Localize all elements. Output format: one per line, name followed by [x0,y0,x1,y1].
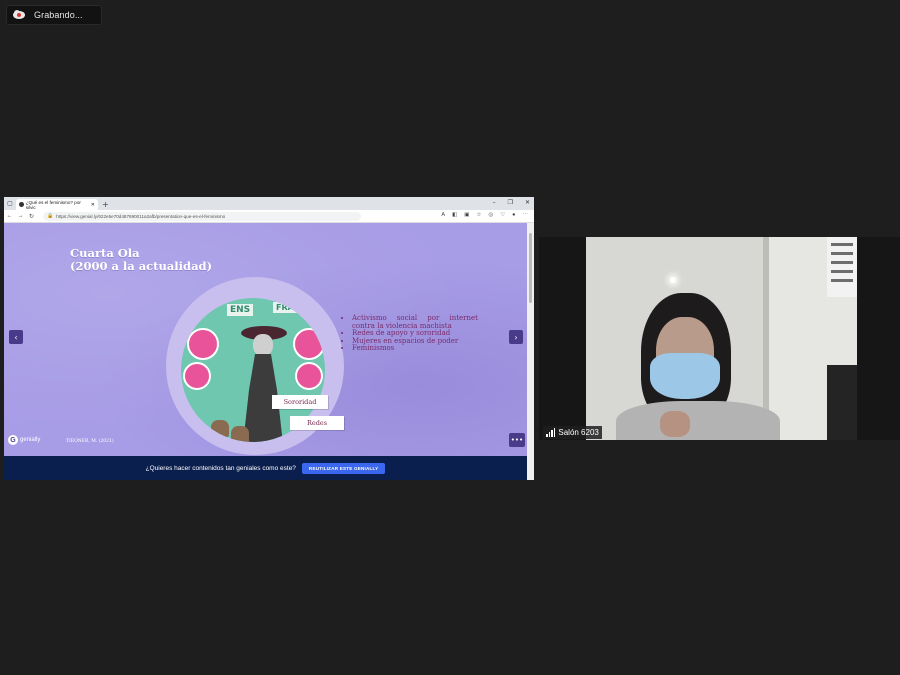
next-slide-button[interactable]: › [509,330,523,344]
forward-icon[interactable]: → [15,213,26,219]
megaphone-icon [293,328,325,360]
chevron-right-icon: › [514,332,518,342]
protest-sign-right: FRACS [273,302,309,313]
genially-logo-text: genially [20,437,41,443]
megaphone-icon [187,328,219,360]
cloud-record-icon [12,8,26,22]
browser-tab[interactable]: ¿Qué es el feminismo? por silvic ✕ [16,199,98,210]
address-bar-row: ← → ↻ 🔒 https://view.genial.ly/622e5e70d… [4,210,534,223]
settings-menu-icon[interactable]: ⋯ [523,212,529,218]
favorites-icon[interactable]: ☆ [476,212,481,218]
bullet-item: Feminismos [352,344,478,353]
chevron-left-icon: ‹ [14,332,18,342]
genially-banner: ¿Quieres hacer contenidos tan geniales c… [4,456,527,480]
window-controls: – ❐ ✕ [493,199,530,206]
lock-icon: 🔒 [47,213,54,219]
raised-fist [231,426,249,442]
browser-tabbar: ▢ ¿Qué es el feminismo? por silvic ✕ + –… [4,197,534,210]
wall-device [827,365,857,440]
read-aloud-icon[interactable]: A [441,212,445,218]
banner-text: ¿Quieres hacer contenidos tan geniales c… [145,464,296,472]
url-field[interactable]: 🔒 https://view.genial.ly/622e5e70d487690… [43,211,361,221]
recording-indicator[interactable]: Grabando... [6,5,102,25]
face-mask [650,353,720,399]
tab-actions-icon[interactable]: ▢ [4,197,16,210]
more-options-button[interactable]: ••• [509,433,525,447]
megaphone-icon [183,362,211,390]
prev-slide-button[interactable]: ‹ [9,330,23,344]
slide-credit: TIEONER, M. (2021) [66,439,114,444]
person-torso [616,401,780,440]
collections-icon[interactable]: ▣ [464,212,469,218]
favicon-icon [19,202,24,207]
participant-name-label: Salón 6203 [543,426,602,439]
genially-logo-icon: G [8,435,18,445]
back-icon[interactable]: ← [4,213,15,219]
close-window-button[interactable]: ✕ [525,199,530,206]
page-scrollbar[interactable] [527,223,534,480]
reuse-genially-button[interactable]: REUTILIZAR ESTE GENIALLY [301,462,386,474]
sync-icon[interactable]: ◎ [488,212,493,218]
genially-logo[interactable]: G genially [8,435,40,445]
url-text: https://view.genial.ly/622e5e70d48769001… [56,213,226,219]
bullet-list: Activismo social por internet contra la … [342,314,478,353]
woman-head [253,334,273,356]
protest-sign-left: ENS [227,304,254,316]
tag-redes[interactable]: Redes [290,416,344,430]
wall-poster [827,237,857,297]
tag-sororidad[interactable]: Sororidad [272,395,328,409]
ceiling-light [670,277,676,283]
participant-name: Salón 6203 [558,428,599,437]
shared-screen: ▢ ¿Qué es el feminismo? por silvic ✕ + –… [4,197,534,480]
person-hand [660,411,690,437]
scrollbar-thumb[interactable] [529,233,532,303]
new-tab-button[interactable]: + [102,199,109,210]
tab-close-icon[interactable]: ✕ [91,202,95,208]
megaphone-icon [295,362,323,390]
maximize-button[interactable]: ❐ [508,199,513,206]
minimize-button[interactable]: – [493,199,496,206]
profile-icon[interactable]: ● [512,212,515,218]
extension-icon[interactable]: ◧ [452,212,457,218]
tab-title: ¿Qué es el feminismo? por silvic [25,199,81,210]
signal-bars-icon [546,427,556,437]
browser-essentials-icon[interactable]: ♡ [500,212,505,218]
slide-title-line2: (2000 a la actualidad) [70,259,213,273]
bullet-item: Activismo social por internet contra la … [352,314,478,330]
reload-icon[interactable]: ↻ [26,213,37,220]
participant-video-tile[interactable]: Salón 6203 [539,237,900,440]
genially-slide: Cuarta Ola (2000 a la actualidad) ENS FR… [4,223,527,456]
recording-label: Grabando... [34,10,83,20]
participant-video [586,237,857,440]
raised-fist [211,420,229,438]
browser-toolbar: A ◧ ▣ ☆ ◎ ♡ ● ⋯ [441,212,528,218]
slide-title: Cuarta Ola (2000 a la actualidad) [70,247,212,273]
